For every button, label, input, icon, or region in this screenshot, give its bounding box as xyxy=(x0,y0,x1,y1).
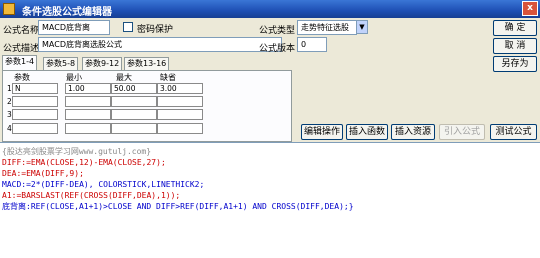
close-button[interactable]: x xyxy=(522,1,538,16)
tab-params-13-16[interactable]: 参数13-16 xyxy=(124,57,170,70)
code-line-a1: A1:=BARSLAST(REF(CROSS(DIFF,DEA),1)); xyxy=(2,191,181,200)
param-default-cell[interactable] xyxy=(157,109,203,120)
param-name-cell[interactable] xyxy=(12,96,58,107)
insert-function-button[interactable]: 插入函数 xyxy=(346,124,388,140)
param-min-cell[interactable] xyxy=(65,109,111,120)
window-title: 条件选股公式编辑器 xyxy=(22,7,112,18)
param-max-cell[interactable] xyxy=(111,109,157,120)
formula-desc-label: 公式描述 xyxy=(3,44,40,54)
formula-name-input[interactable]: MACD底背离 xyxy=(38,20,110,35)
formula-version-input[interactable]: 0 xyxy=(297,37,327,52)
test-formula-button[interactable]: 测试公式 xyxy=(490,124,537,140)
code-line-macd: MACD:=2*(DIFF-DEA), COLORSTICK,LINETHICK… xyxy=(2,180,205,189)
code-line-divergence: 底背离:REF(CLOSE,A1+1)>CLOSE AND DIFF>REF(D… xyxy=(2,202,354,211)
param-name-cell[interactable] xyxy=(12,123,58,134)
ok-button[interactable]: 确 定 xyxy=(493,20,537,36)
formula-type-select[interactable]: 走势特征选股 xyxy=(297,20,357,35)
formula-code-editor[interactable]: {股达亮剑股票学习网www.gutulj.com} DIFF:=EMA(CLOS… xyxy=(0,142,540,258)
save-as-button[interactable]: 另存为 xyxy=(493,56,537,72)
formula-name-label: 公式名称 xyxy=(3,26,40,36)
formula-version-label: 公式版本 xyxy=(259,44,296,54)
insert-resource-button[interactable]: 插入资源 xyxy=(391,124,435,140)
tab-params-1-4[interactable]: 参数1-4 xyxy=(2,55,38,71)
param-max-cell[interactable] xyxy=(111,123,157,134)
formula-desc-input[interactable]: MACD底背离选股公式 xyxy=(38,37,282,52)
header-max: 最大 xyxy=(116,73,132,82)
code-line-diff: DIFF:=EMA(CLOSE,12)-EMA(CLOSE,27); xyxy=(2,158,166,167)
chevron-down-icon[interactable]: ▼ xyxy=(356,20,368,34)
title-bar[interactable]: 条件选股公式编辑器 x xyxy=(0,0,540,18)
tab-params-9-12[interactable]: 参数9-12 xyxy=(82,57,123,70)
header-min: 最小 xyxy=(66,73,82,82)
formula-editor-window: 条件选股公式编辑器 x 公式名称 MACD底背离 密码保护 公式描述 MACD底… xyxy=(0,0,540,258)
param-name-cell[interactable]: N xyxy=(12,83,58,94)
param-max-cell[interactable]: 50.00 xyxy=(111,83,157,94)
param-max-cell[interactable] xyxy=(111,96,157,107)
tab-params-5-8[interactable]: 参数5-8 xyxy=(43,57,79,70)
formula-type-label: 公式类型 xyxy=(259,26,296,36)
code-comment-line: {股达亮剑股票学习网www.gutulj.com} xyxy=(2,147,152,156)
param-default-cell[interactable] xyxy=(157,123,203,134)
param-min-cell[interactable]: 1.00 xyxy=(65,83,111,94)
param-min-cell[interactable] xyxy=(65,123,111,134)
app-icon xyxy=(3,3,15,15)
header-param: 参数 xyxy=(14,73,30,82)
password-checkbox[interactable] xyxy=(123,22,133,32)
header-default: 缺省 xyxy=(160,73,176,82)
cancel-button[interactable]: 取 消 xyxy=(493,38,537,54)
code-line-dea: DEA:=EMA(DIFF,9); xyxy=(2,169,84,178)
param-min-cell[interactable] xyxy=(65,96,111,107)
edit-operation-button[interactable]: 编辑操作 xyxy=(301,124,343,140)
param-default-cell[interactable]: 3.00 xyxy=(157,83,203,94)
import-formula-button[interactable]: 引入公式 xyxy=(439,124,485,140)
password-label: 密码保护 xyxy=(137,25,174,35)
param-default-cell[interactable] xyxy=(157,96,203,107)
param-name-cell[interactable] xyxy=(12,109,58,120)
